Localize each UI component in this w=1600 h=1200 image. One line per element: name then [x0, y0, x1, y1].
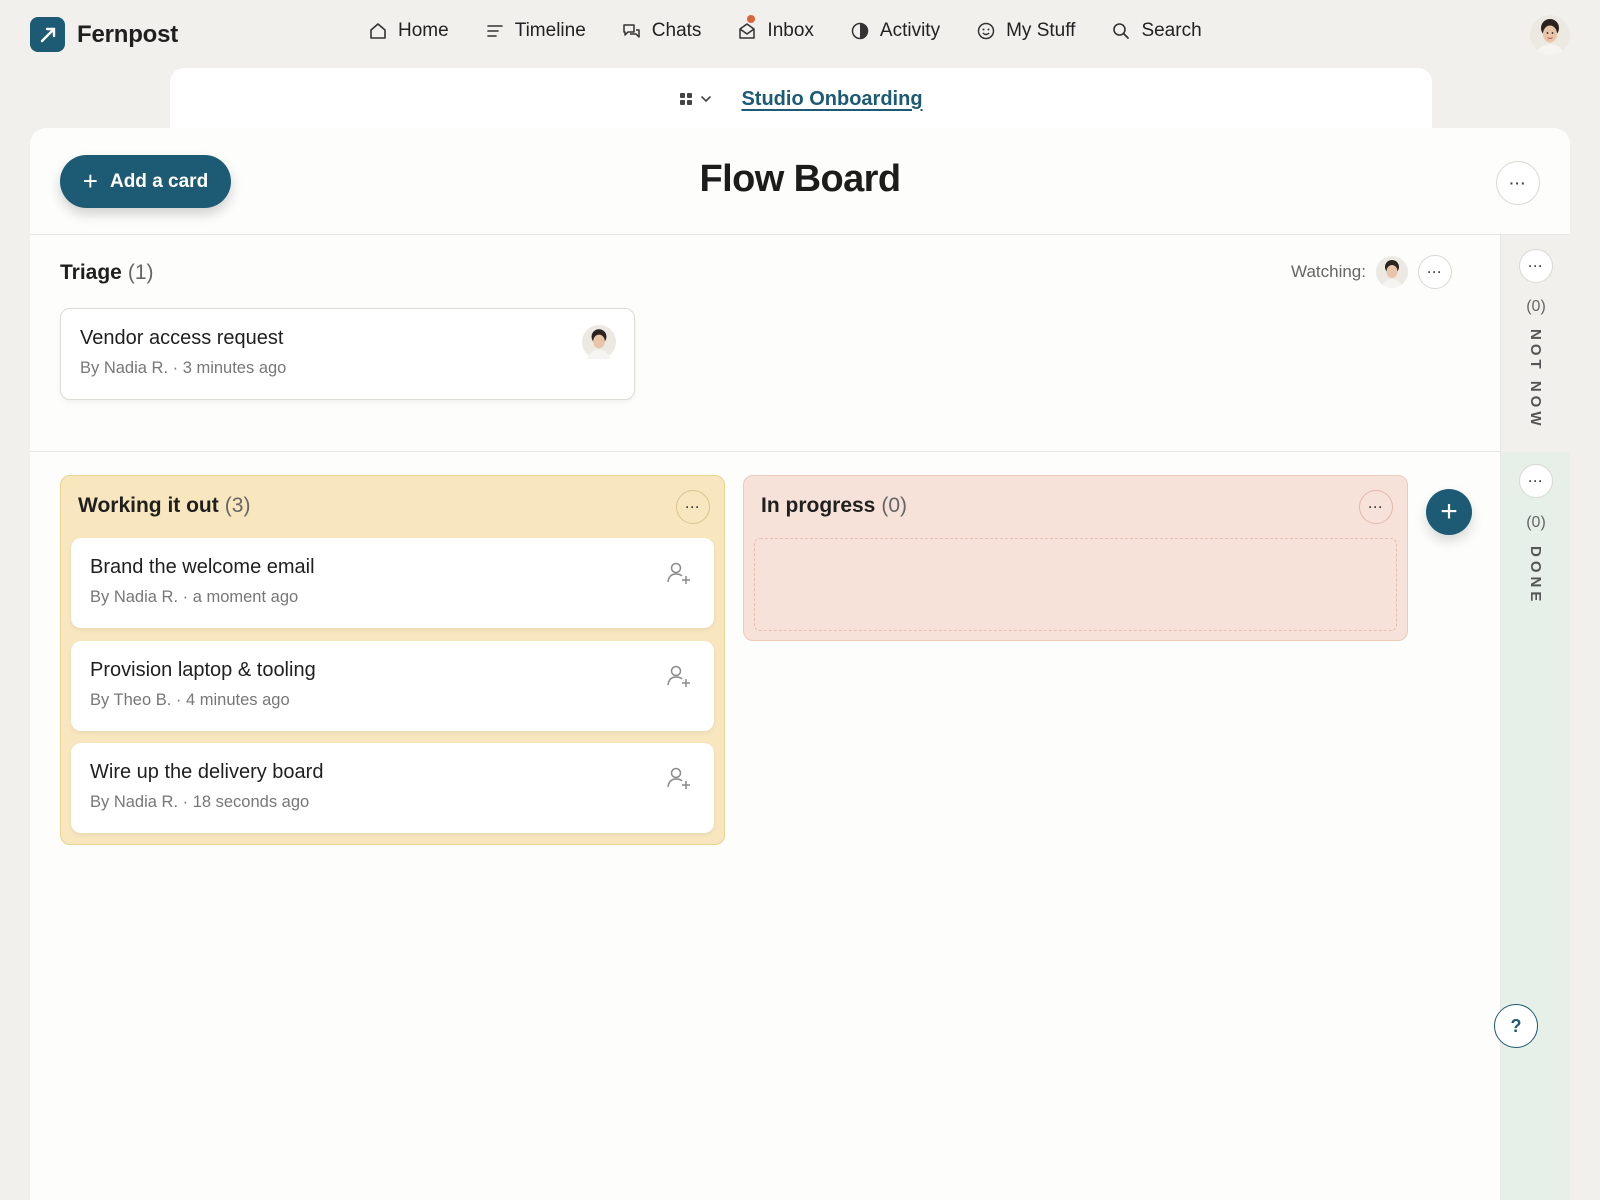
card-title: Provision laptop & tooling — [90, 659, 316, 681]
card-assignee-avatar — [582, 325, 616, 359]
nav-search-label: Search — [1141, 20, 1202, 41]
watcher-avatar[interactable] — [1376, 256, 1408, 288]
column-title-label: In progress — [761, 494, 876, 517]
card-title: Brand the welcome email — [90, 556, 315, 578]
column-more-button[interactable]: ··· — [1359, 490, 1393, 524]
triage-section: Triage (1) Watching: ··· Vendor access re… — [30, 235, 1500, 452]
help-button[interactable]: ? — [1494, 1004, 1538, 1048]
inbox-icon — [739, 23, 756, 39]
triage-title: Triage (1) — [60, 261, 154, 285]
more-icon: ··· — [1427, 265, 1443, 279]
rail-not-now[interactable]: ··· (0) NOT NOW — [1500, 235, 1570, 452]
home-icon — [370, 23, 386, 39]
nav-inbox-label: Inbox — [767, 20, 814, 41]
more-icon: ··· — [1528, 259, 1544, 273]
top-nav: Fernpost Home Timeline Chats Inbox Activ… — [0, 0, 1600, 68]
rail-count: (0) — [1526, 298, 1546, 315]
more-icon: ··· — [1528, 474, 1544, 488]
board-card[interactable]: Provision laptop & tooling By Theo B. · … — [71, 641, 714, 731]
user-avatar[interactable] — [1530, 15, 1570, 55]
board-more-button[interactable]: ··· — [1496, 161, 1540, 205]
rail-label: NOT NOW — [1527, 329, 1544, 430]
nav-chats[interactable]: Chats — [622, 20, 702, 42]
main-nav: Home Timeline Chats Inbox Activity My St… — [368, 15, 1238, 42]
project-link[interactable]: Studio Onboarding — [741, 88, 922, 111]
triage-more-button[interactable]: ··· — [1418, 255, 1452, 289]
person-add-icon[interactable] — [666, 765, 692, 791]
column-title: Working it out (3) — [78, 494, 250, 518]
plus-icon: + — [1440, 495, 1458, 528]
rail-more-button[interactable]: ··· — [1519, 249, 1553, 283]
card-title: Vendor access request — [80, 327, 284, 349]
column-count: (3) — [224, 494, 251, 517]
board-header: + Add a card Flow Board ··· — [30, 128, 1570, 235]
card-meta: By Nadia R. · a moment ago — [90, 588, 299, 606]
card-title: Wire up the delivery board — [90, 761, 324, 783]
nav-home[interactable]: Home — [368, 20, 449, 42]
nav-my-stuff-label: My Stuff — [1006, 20, 1076, 41]
rail-done[interactable]: ··· (0) DONE — [1500, 452, 1570, 1200]
project-tab: Studio Onboarding — [170, 68, 1432, 130]
nav-timeline-label: Timeline — [514, 20, 586, 41]
search-icon — [1113, 23, 1130, 39]
grid-icon — [680, 93, 693, 105]
nav-timeline[interactable]: Timeline — [485, 20, 586, 42]
column-drop-zone[interactable] — [754, 538, 1397, 631]
card-meta: By Theo B. · 4 minutes ago — [90, 691, 290, 709]
app-logo-icon — [30, 17, 65, 52]
brand[interactable]: Fernpost — [30, 17, 178, 52]
more-icon: ··· — [1368, 500, 1384, 514]
rail-more-button[interactable]: ··· — [1519, 464, 1553, 498]
card-meta: By Nadia R. · 18 seconds ago — [90, 793, 310, 811]
page-title: Flow Board — [699, 158, 901, 200]
column-title-label: Working it out — [78, 494, 219, 517]
nav-search[interactable]: Search — [1111, 20, 1202, 42]
card-meta: By Nadia R. · 3 minutes ago — [80, 359, 287, 377]
project-switcher[interactable] — [679, 92, 713, 106]
nav-inbox[interactable]: Inbox — [737, 15, 814, 42]
activity-icon — [851, 22, 869, 40]
nav-home-label: Home — [398, 20, 449, 41]
watching: Watching: ··· — [1291, 255, 1452, 289]
triage-count: (1) — [127, 261, 154, 284]
board: + Add a card Flow Board ··· Triage (1) Wa… — [30, 128, 1570, 1200]
column-working-it-out: Working it out (3) ··· Brand the welcome … — [60, 475, 725, 845]
triage-title-label: Triage — [60, 261, 122, 284]
column-title: In progress (0) — [761, 494, 907, 518]
board-card[interactable]: Wire up the delivery board By Nadia R. ·… — [71, 743, 714, 833]
watching-label: Watching: — [1291, 262, 1366, 281]
add-column-button[interactable]: + — [1426, 489, 1472, 535]
column-in-progress: In progress (0) ··· — [743, 475, 1408, 641]
rail-label: DONE — [1527, 546, 1544, 606]
chevron-down-icon — [701, 96, 712, 103]
person-add-icon[interactable] — [666, 560, 692, 586]
timeline-icon — [486, 25, 503, 37]
rail-count: (0) — [1526, 514, 1546, 531]
nav-my-stuff[interactable]: My Stuff — [976, 20, 1075, 42]
column-count: (0) — [881, 494, 908, 517]
person-add-icon[interactable] — [666, 663, 692, 689]
triage-card[interactable]: Vendor access request By Nadia R. · 3 mi… — [60, 308, 635, 400]
brand-name: Fernpost — [77, 20, 179, 48]
board-card[interactable]: Brand the welcome email By Nadia R. · a … — [71, 538, 714, 628]
column-more-button[interactable]: ··· — [676, 490, 710, 524]
help-icon: ? — [1510, 1015, 1522, 1036]
chats-icon — [623, 24, 640, 38]
nav-chats-label: Chats — [651, 20, 702, 41]
smiley-icon — [977, 22, 995, 40]
nav-activity-label: Activity — [879, 20, 941, 41]
nav-activity[interactable]: Activity — [850, 20, 940, 42]
more-icon: ··· — [685, 500, 701, 514]
more-icon: ··· — [1509, 175, 1527, 191]
